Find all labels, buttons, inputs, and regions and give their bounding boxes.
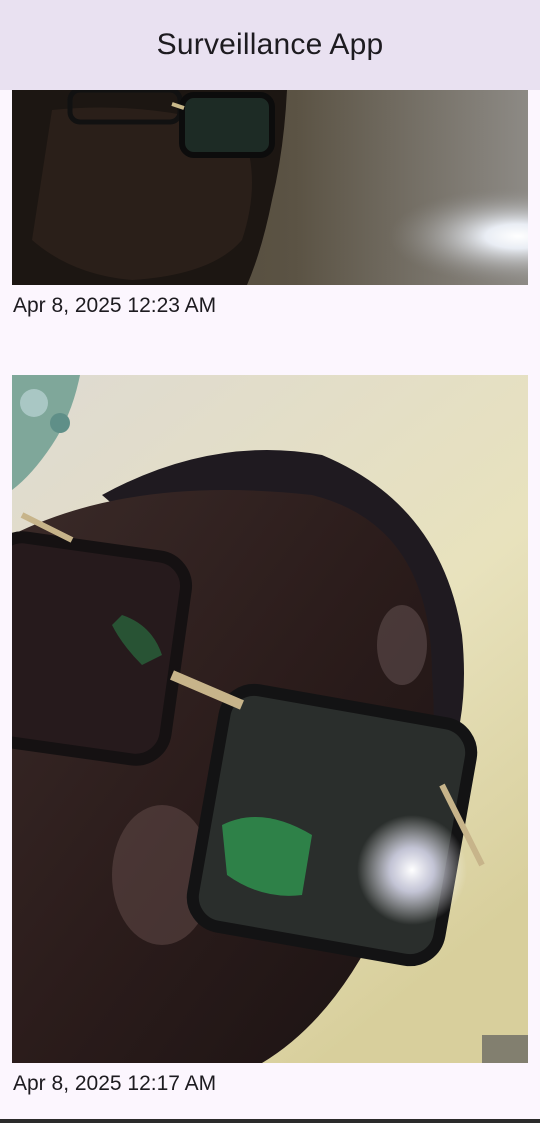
captured-photo[interactable] bbox=[12, 375, 528, 1063]
divider bbox=[0, 1119, 540, 1123]
capture-feed[interactable]: Apr 8, 2025 12:23 AM Apr 8, 2025 12:17 A… bbox=[0, 0, 540, 1123]
capture-timestamp: Apr 8, 2025 12:23 AM bbox=[13, 294, 217, 317]
capture-timestamp: Apr 8, 2025 12:17 AM bbox=[13, 1072, 217, 1095]
app-title: Surveillance App bbox=[156, 28, 384, 61]
app-bar: Surveillance App bbox=[0, 0, 540, 90]
captured-photo[interactable] bbox=[12, 90, 528, 285]
